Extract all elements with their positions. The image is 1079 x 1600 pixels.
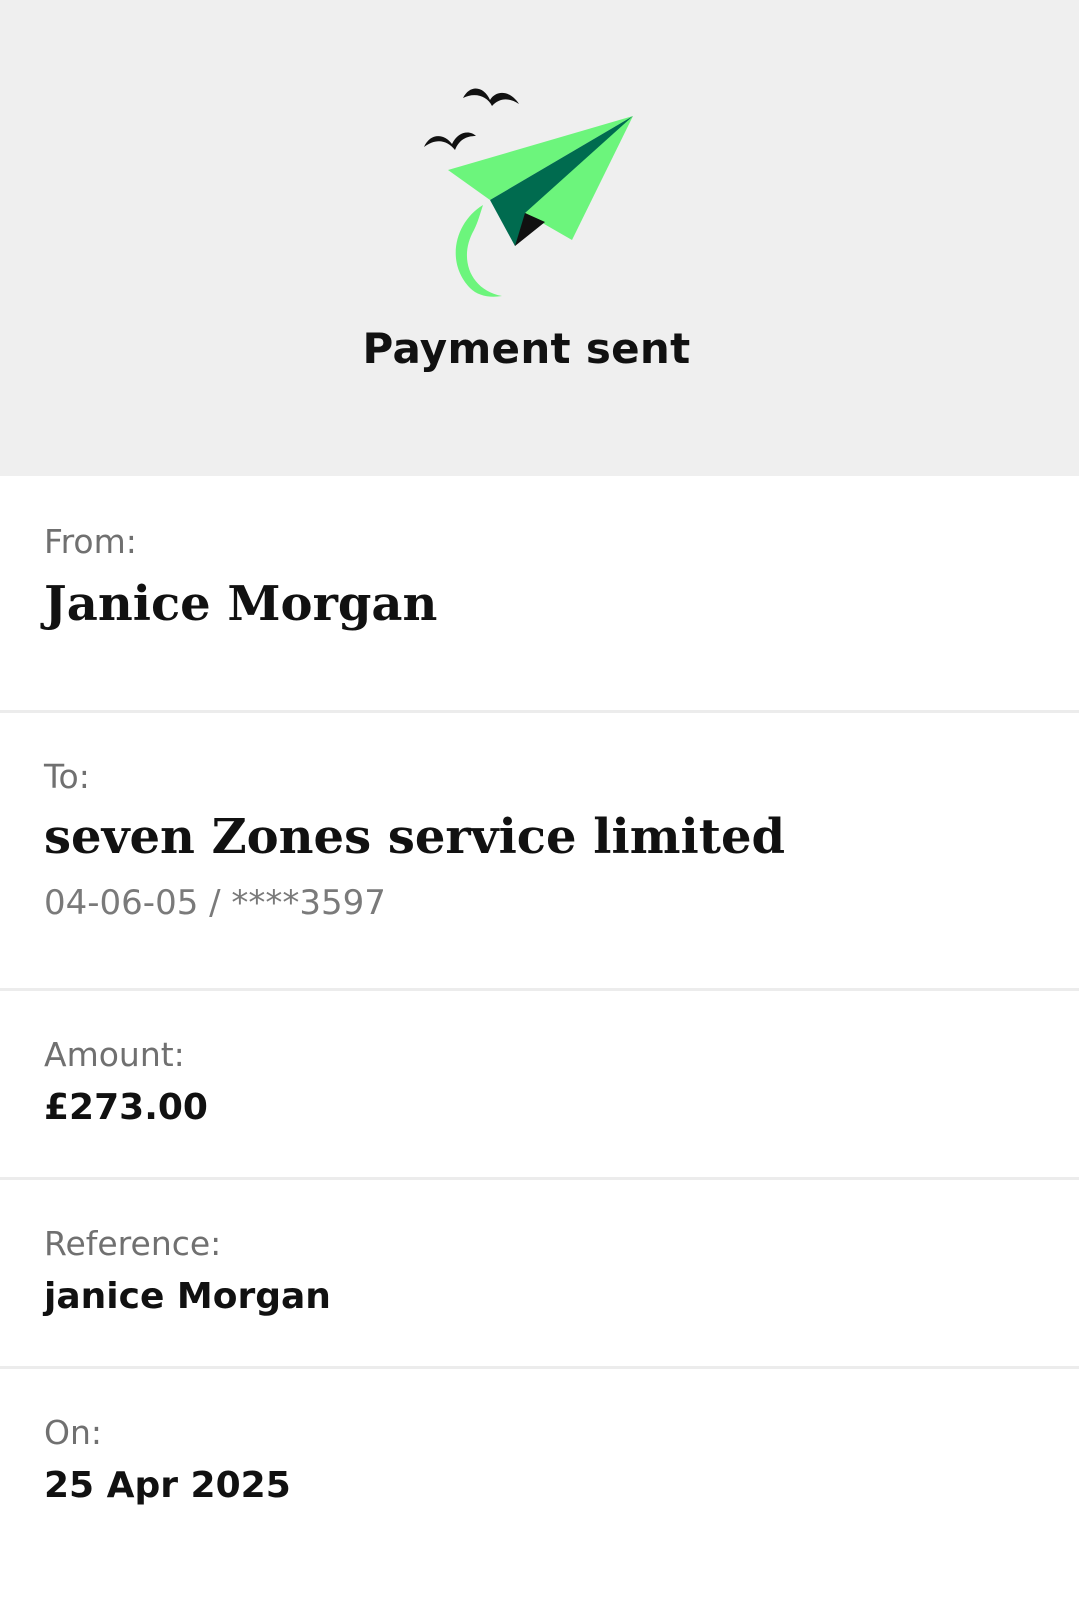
- to-row: To: seven Zones service limited 04-06-05…: [0, 713, 1079, 988]
- reference-value: janice Morgan: [44, 1276, 331, 1317]
- from-name: Janice Morgan: [44, 576, 438, 632]
- from-label: From:: [44, 522, 137, 561]
- reference-label: Reference:: [44, 1224, 222, 1263]
- amount-label: Amount:: [44, 1035, 185, 1074]
- bird-icon: [424, 132, 476, 150]
- bird-icon: [463, 88, 519, 106]
- recipient-account: 04-06-05 / ****3597: [44, 883, 386, 923]
- payment-confirmation-screen: Payment sent From: Janice Morgan To: sev…: [0, 0, 1079, 1600]
- to-label: To:: [44, 757, 90, 796]
- date-label: On:: [44, 1413, 103, 1452]
- recipient-name: seven Zones service limited: [44, 809, 786, 865]
- date-row: On: 25 Apr 2025: [0, 1369, 1079, 1600]
- payment-sent-header: Payment sent: [0, 0, 1079, 476]
- reference-row: Reference: janice Morgan: [0, 1180, 1079, 1366]
- paper-plane-with-birds-icon: [424, 88, 633, 297]
- page-title: Payment sent: [362, 324, 691, 373]
- from-row: From: Janice Morgan: [0, 476, 1079, 710]
- amount-row: Amount: £273.00: [0, 991, 1079, 1177]
- date-value: 25 Apr 2025: [44, 1465, 291, 1506]
- amount-value: £273.00: [44, 1087, 208, 1128]
